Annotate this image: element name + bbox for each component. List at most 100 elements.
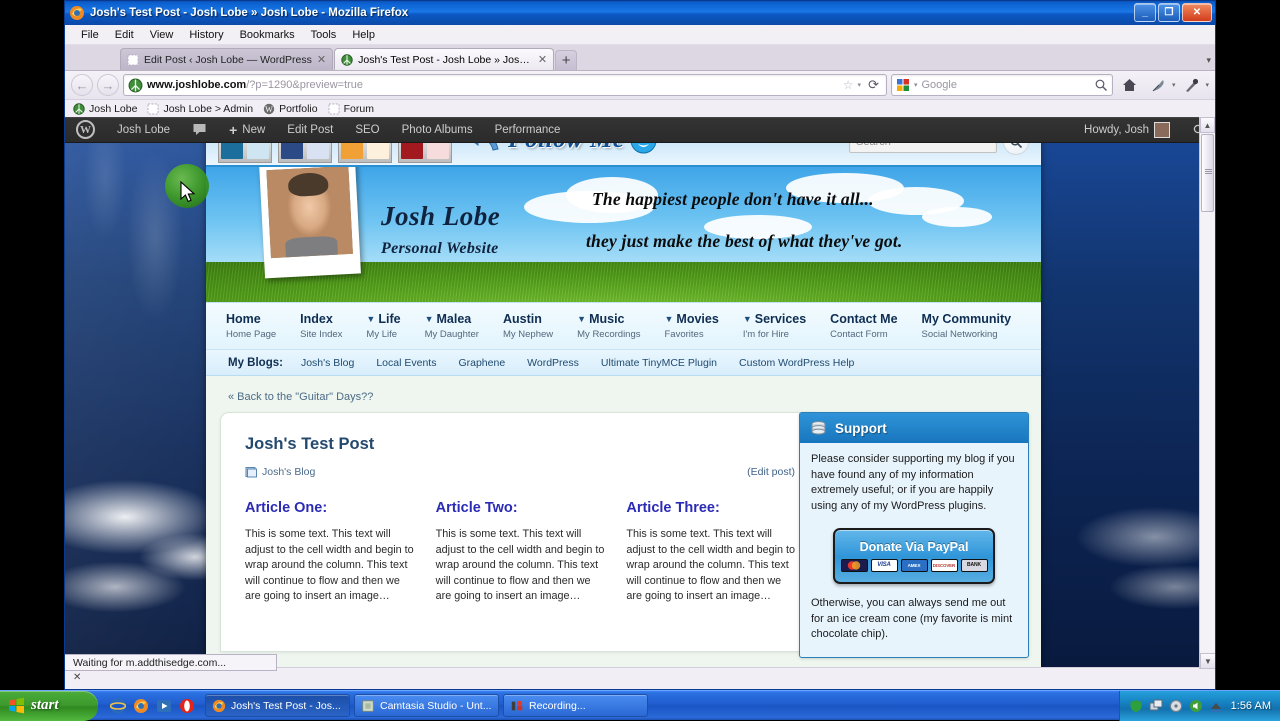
donate-via-paypal-button[interactable]: Donate Via PayPal VISA AMEX DISCOVER BAN…	[833, 528, 995, 584]
wp-howdy-account[interactable]: Howdy, Josh	[1073, 117, 1181, 143]
nav-item-music[interactable]: ▼ Music My Recordings	[577, 312, 652, 340]
addon-button-1[interactable]: ▾	[1146, 73, 1176, 97]
feather-icon[interactable]	[1146, 73, 1171, 97]
nav-item-life[interactable]: ▼ Life My Life	[366, 312, 412, 340]
bookmark-star-icon[interactable]: ☆	[843, 78, 854, 92]
home-button[interactable]	[1117, 73, 1142, 97]
chevron-down-icon[interactable]: ▾	[1171, 81, 1176, 89]
nav-item-index[interactable]: Index Site Index	[300, 312, 354, 340]
close-button[interactable]: ✕	[1182, 3, 1212, 22]
addon-button-2[interactable]: ▾	[1179, 73, 1209, 97]
nav-item-services[interactable]: ▼ Services I'm for Hire	[743, 312, 818, 340]
menu-history[interactable]: History	[181, 28, 231, 42]
address-bar[interactable]: www.joshlobe.com/?p=1290&preview=true ☆ …	[123, 74, 887, 96]
wp-seo-button[interactable]: SEO	[344, 117, 390, 143]
start-button[interactable]: start	[0, 690, 98, 721]
chevron-down-icon: ▼	[664, 314, 674, 324]
desktop: Josh's Test Post - Josh Lobe » Josh Lobe…	[0, 0, 1280, 721]
nav-item-my-community[interactable]: My Community Social Networking	[922, 312, 1024, 340]
menu-edit[interactable]: Edit	[107, 28, 142, 42]
tab-list-chevron-icon[interactable]: ▾	[1206, 55, 1211, 66]
chevron-down-icon[interactable]: ▾	[1204, 81, 1209, 89]
taskbar-item-camtasia[interactable]: Camtasia Studio - Unt...	[354, 694, 499, 717]
blogs-nav-label: My Blogs:	[228, 356, 283, 369]
shield-icon[interactable]	[1129, 699, 1143, 713]
reload-icon[interactable]: ⟳	[865, 77, 882, 93]
page-scrollbar[interactable]: ▲ ▼	[1199, 117, 1215, 669]
nav-item-austin[interactable]: Austin My Nephew	[503, 312, 565, 340]
wp-logo-button[interactable]: W	[65, 117, 106, 143]
menu-bookmarks[interactable]: Bookmarks	[232, 28, 303, 42]
tab-edit-post[interactable]: Edit Post ‹ Josh Lobe — WordPress ✕	[120, 48, 334, 70]
scroll-down-button[interactable]: ▼	[1200, 653, 1215, 669]
maximize-button[interactable]: ❐	[1158, 3, 1180, 22]
taskbar-item-recording[interactable]: Recording...	[503, 694, 648, 717]
start-button-label: start	[31, 697, 59, 713]
wp-new-button[interactable]: + New	[218, 117, 276, 143]
chevron-down-icon: ▼	[424, 314, 434, 324]
close-icon[interactable]: ✕	[73, 672, 81, 683]
blogs-nav-item-local-events[interactable]: Local Events	[376, 357, 436, 369]
tab-close-icon[interactable]: ✕	[317, 53, 326, 66]
blogs-nav-item-graphene[interactable]: Graphene	[458, 357, 505, 369]
tab-josh-test-post[interactable]: Josh's Test Post - Josh Lobe » Josh Lobe…	[334, 48, 555, 70]
internet-explorer-icon[interactable]	[110, 698, 126, 714]
back-button[interactable]: ←	[71, 74, 93, 96]
media-player-icon[interactable]	[156, 698, 172, 714]
page-title: Josh's Test Post	[245, 435, 375, 453]
new-tab-button[interactable]: +	[555, 50, 578, 70]
wp-performance-button[interactable]: Performance	[484, 117, 572, 143]
search-input[interactable]: Google	[921, 79, 1089, 91]
blogs-nav-item-custom-wordpress-help[interactable]: Custom WordPress Help	[739, 357, 854, 369]
status-text: Waiting for m.addthisedge.com...	[65, 654, 277, 671]
wp-site-name[interactable]: Josh Lobe	[106, 117, 181, 143]
firefox-icon[interactable]	[133, 698, 149, 714]
edit-post-link[interactable]: (Edit post)	[747, 466, 795, 478]
blogs-nav-item-wordpress[interactable]: WordPress	[527, 357, 579, 369]
support-widget-body: Please consider supporting my blog if yo…	[800, 443, 1028, 657]
peace-icon	[341, 53, 353, 66]
mastercard-icon	[840, 559, 868, 573]
nav-item-contact-me[interactable]: Contact Me Contact Form	[830, 312, 909, 340]
nav-item-home[interactable]: Home Home Page	[226, 312, 288, 340]
forward-button[interactable]: →	[97, 74, 119, 96]
bookmark-josh-lobe-admin[interactable]: Josh Lobe > Admin	[147, 103, 253, 115]
nav-item-title: Home	[226, 312, 261, 326]
tab-close-icon[interactable]: ✕	[538, 53, 547, 66]
scrollbar-thumb[interactable]	[1201, 134, 1214, 212]
nav-item-movies[interactable]: ▼ Movies Favorites	[665, 312, 731, 340]
search-bar[interactable]: ▾ Google	[890, 74, 1113, 96]
menu-help[interactable]: Help	[344, 28, 383, 42]
blogs-nav-item-joshs-blog[interactable]: Josh's Blog	[301, 357, 354, 369]
nav-item-malea[interactable]: ▼ Malea My Daughter	[425, 312, 491, 340]
network-icon[interactable]	[1149, 699, 1163, 713]
opera-icon[interactable]	[179, 698, 195, 714]
volume-icon[interactable]	[1189, 699, 1203, 713]
taskbar-item-firefox[interactable]: Josh's Test Post - Jos...	[205, 694, 350, 717]
bank-icon: BANK	[960, 559, 988, 573]
search-icon[interactable]	[1094, 78, 1108, 92]
taskbar-clock[interactable]: 1:56 AM	[1231, 700, 1271, 712]
wp-photo-albums-button[interactable]: Photo Albums	[391, 117, 484, 143]
menu-view[interactable]: View	[142, 28, 182, 42]
eyedropper-icon[interactable]	[1179, 73, 1204, 97]
menu-tools[interactable]: Tools	[303, 28, 345, 42]
wp-edit-post-button[interactable]: Edit Post	[276, 117, 344, 143]
window-title-bar[interactable]: Josh's Test Post - Josh Lobe » Josh Lobe…	[65, 1, 1215, 25]
safely-remove-hardware-icon[interactable]	[1209, 699, 1223, 713]
chevron-down-icon[interactable]: ▾	[914, 81, 918, 89]
chevron-down-icon[interactable]: ▾	[858, 81, 862, 89]
minimize-button[interactable]: _	[1134, 3, 1156, 22]
bookmark-josh-lobe[interactable]: Josh Lobe	[73, 103, 137, 115]
wp-comments-button[interactable]	[181, 117, 218, 143]
menu-file[interactable]: File	[73, 28, 107, 42]
nav-item-subtitle: I'm for Hire	[742, 329, 789, 340]
post-category[interactable]: Josh's Blog	[245, 466, 315, 478]
blogs-nav-item-ultimate-tinymce-plugin[interactable]: Ultimate TinyMCE Plugin	[601, 357, 717, 369]
nav-item-subtitle: Site Index	[300, 329, 343, 340]
bookmark-forum[interactable]: Forum	[328, 103, 374, 115]
scroll-up-button[interactable]: ▲	[1200, 117, 1215, 133]
disc-icon[interactable]	[1169, 699, 1183, 713]
back-link[interactable]: « Back to the "Guitar" Days??	[206, 386, 1041, 415]
bookmark-portfolio[interactable]: W Portfolio	[263, 103, 318, 115]
